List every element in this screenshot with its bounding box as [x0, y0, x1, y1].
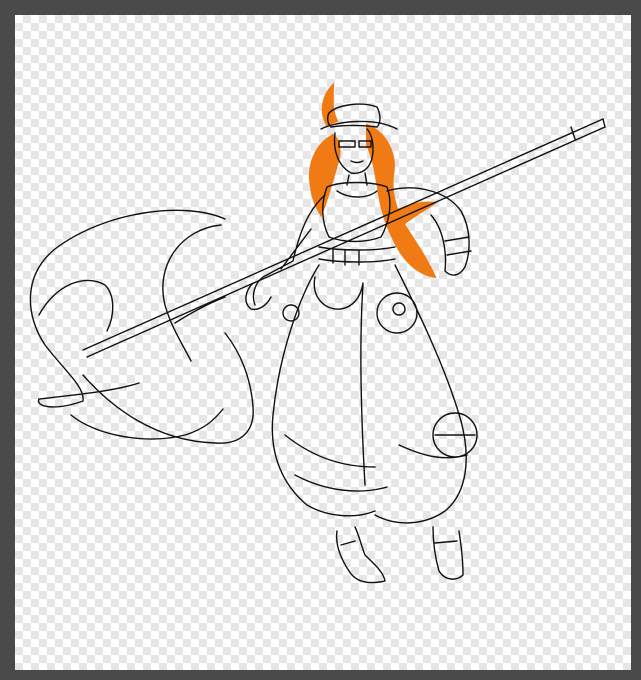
pants-right	[374, 264, 467, 524]
app-workspace	[0, 0, 641, 680]
axe-blade-upper-loop	[38, 279, 114, 332]
pants-left	[271, 264, 376, 517]
mouth	[350, 160, 364, 164]
axe-blade-lower	[82, 332, 254, 444]
sketch-artwork	[29, 82, 606, 584]
pants-patch-upper	[376, 292, 418, 334]
drawing-canvas[interactable]	[15, 15, 631, 670]
boot-laces	[340, 540, 458, 546]
pants-patch-upper-inner	[392, 302, 406, 316]
axe-shaft	[82, 118, 606, 358]
hair-top-strand	[321, 82, 339, 127]
left-hand	[245, 282, 272, 311]
pants-crotch	[313, 276, 364, 310]
right-cuff	[444, 236, 472, 256]
axe-blade-lower-inner	[70, 408, 224, 440]
right-boot	[432, 526, 464, 580]
belt	[318, 246, 396, 266]
shirt-neckline	[336, 190, 378, 198]
left-boot	[335, 526, 386, 584]
axe-blade-back	[174, 296, 226, 324]
hair-right-long	[366, 123, 437, 279]
pants-folds	[284, 434, 468, 492]
pants-center-seam	[360, 284, 366, 486]
